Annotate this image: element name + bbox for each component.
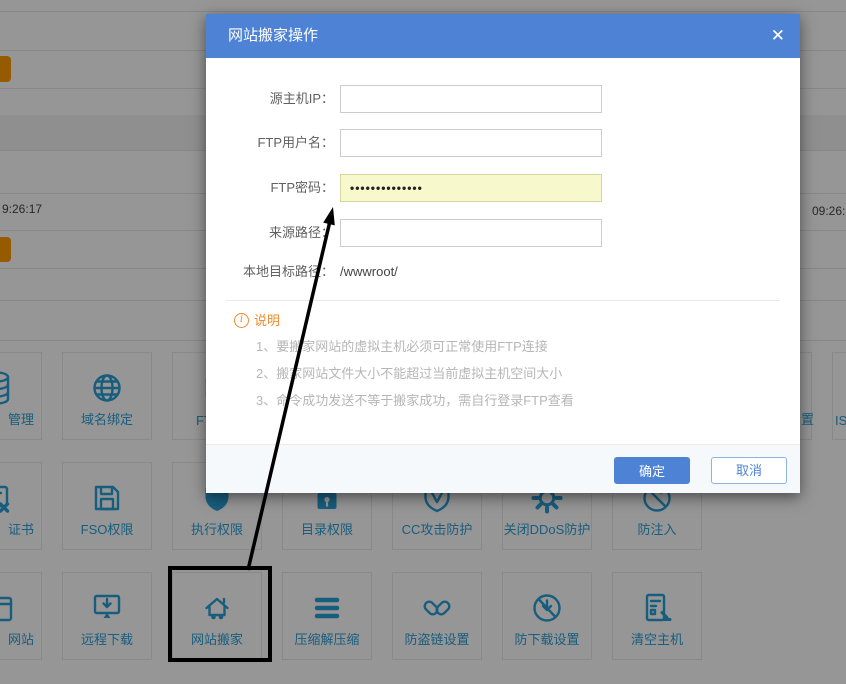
highlight-rectangle bbox=[168, 566, 272, 662]
dialog-title: 网站搬家操作 bbox=[228, 14, 318, 58]
screen: 9:26:17 09:26:17 管理 bbox=[0, 0, 846, 684]
source-ip-input[interactable] bbox=[340, 85, 602, 113]
site-migration-dialog: 网站搬家操作 ✕ 源主机IP： FTP用户名： FTP密码： 来源路径： 本地目… bbox=[206, 14, 800, 493]
note-item-1: 1、要搬家网站的虚拟主机必须可正常使用FTP连接 bbox=[256, 336, 548, 355]
source-ip-label: 源主机IP： bbox=[206, 85, 334, 113]
notes-title: 说明 bbox=[254, 313, 280, 328]
source-path-input[interactable] bbox=[340, 219, 602, 247]
source-path-label: 来源路径： bbox=[206, 219, 334, 247]
ftp-user-label: FTP用户名： bbox=[206, 129, 334, 157]
ftp-user-input[interactable] bbox=[340, 129, 602, 157]
confirm-button[interactable]: 确定 bbox=[614, 457, 690, 484]
target-path-value: /wwwroot/ bbox=[340, 264, 398, 280]
note-item-3: 3、命令成功发送不等于搬家成功，需自行登录FTP查看 bbox=[256, 390, 574, 409]
info-icon: i bbox=[234, 313, 249, 328]
note-item-2: 2、搬家网站文件大小不能超过当前虚拟主机空间大小 bbox=[256, 363, 562, 382]
dialog-footer: 确定 取消 bbox=[206, 444, 800, 493]
section-divider bbox=[226, 300, 780, 301]
dialog-header: 网站搬家操作 ✕ bbox=[206, 14, 800, 58]
ftp-password-input[interactable] bbox=[340, 174, 602, 202]
ftp-password-label: FTP密码： bbox=[206, 174, 334, 202]
close-icon[interactable]: ✕ bbox=[771, 14, 785, 58]
target-path-label: 本地目标路径： bbox=[206, 264, 334, 280]
cancel-button[interactable]: 取消 bbox=[711, 457, 787, 484]
